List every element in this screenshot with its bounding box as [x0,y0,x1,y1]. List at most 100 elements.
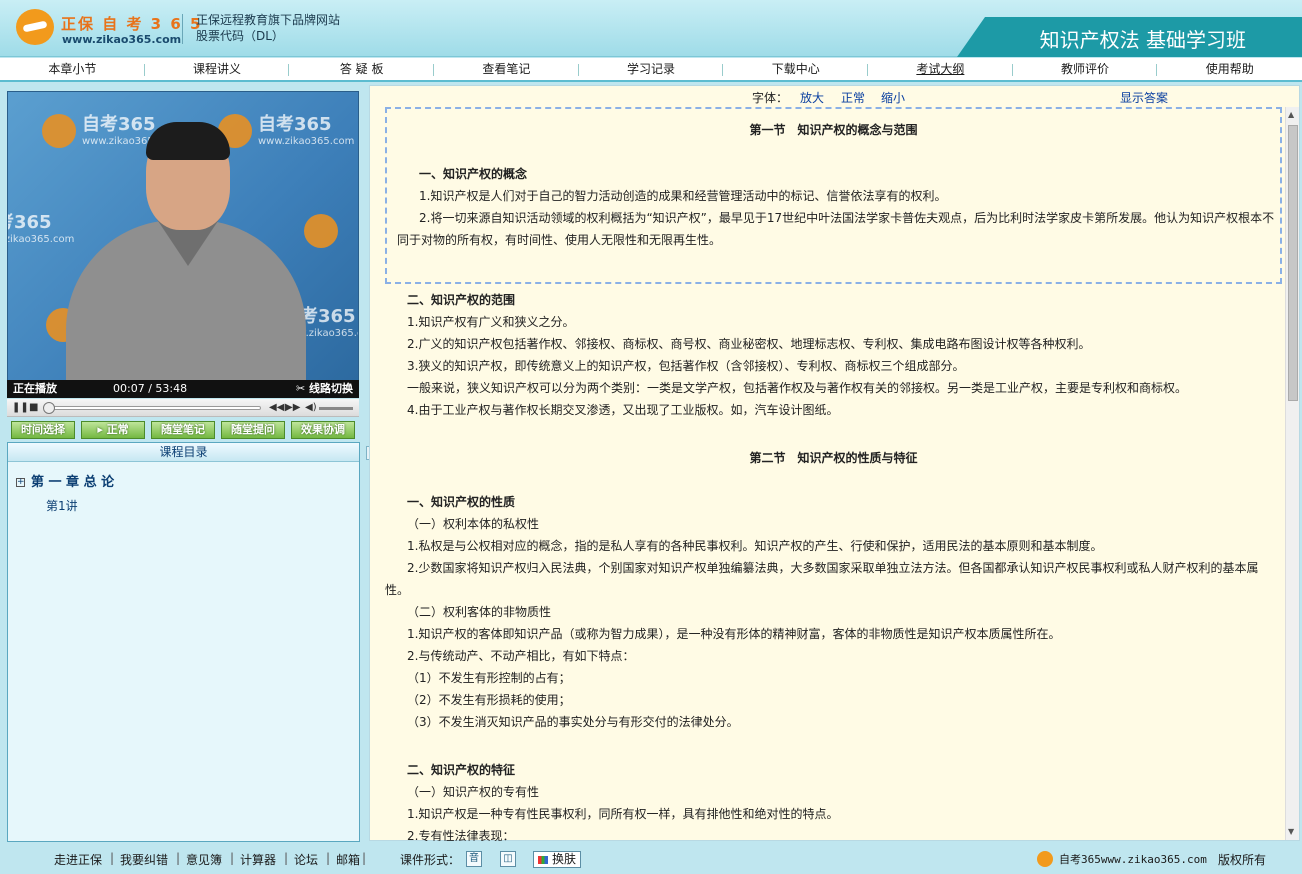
nav-help[interactable]: 使用帮助 [1157,58,1302,80]
catalog-lesson-item[interactable]: 第1讲 [46,497,78,514]
font-shrink-link[interactable]: 缩小 [881,89,905,106]
course-catalog: 课程目录 + 第 一 章 总 论 第1讲 [7,442,360,842]
subsection-heading: 二、知识产权的特征 [407,763,516,777]
font-normal-link[interactable]: 正常 [841,89,865,106]
change-skin-button[interactable]: 换肤 [533,851,582,868]
footer-separator: | [176,851,181,865]
scroll-up-icon[interactable]: ▲ [1288,110,1294,120]
nav-view-notes[interactable]: 查看笔记 [434,58,579,80]
content-panel: 字体： 放大 正常 缩小 显示答案 第一节 知识产权的概念与范围 一、知识产权的… [369,85,1300,841]
footer-site-url: 自考365www.zikao365.com [1059,853,1207,866]
footer-link-feedback[interactable]: 意见簿 [186,851,222,868]
change-skin-label: 换肤 [552,852,577,866]
nav-chapter-summary[interactable]: 本章小节 [0,58,145,80]
paragraph: 一般来说，狭义知识产权可以分为两个类别：一类是文学产权，包括著作权及与著作权有关… [407,381,1188,395]
progress-knob[interactable] [43,402,55,414]
show-answer-link[interactable]: 显示答案 [1120,89,1168,106]
scrollbar-thumb[interactable] [1288,125,1298,401]
paragraph: 2.少数国家将知识产权归入民法典，个别国家对知识产权单独编纂法典，大多数国家采取… [385,561,1259,597]
rewind-icon[interactable]: ◀◀ [269,401,284,415]
expand-icon[interactable]: + [16,478,25,487]
footer-separator: | [362,851,367,865]
nav-qa-board[interactable]: 答 疑 板 [289,58,434,80]
video-player[interactable]: 自考365 www.zikao365.com 自考365 www.zikao365.… [7,91,359,381]
paragraph: 2.将一切来源自知识活动领域的权利概括为“知识产权”，最早见于17世纪中叶法国法… [397,211,1275,247]
watermark-logo-icon [42,114,76,148]
footer-separator: | [284,851,289,865]
audio-mode-button[interactable]: 音 [466,851,482,867]
class-notes-button[interactable]: 随堂笔记 [151,421,215,439]
footer-link-mail[interactable]: 邮箱 [336,851,360,868]
paragraph: 2.专有性法律表现： [407,829,515,841]
line-switch-button[interactable]: ✂ 线路切换 [296,380,353,398]
content-scrollbar[interactable]: ▲ ▼ [1285,107,1299,840]
tagline-line-2: 股票代码（DL） [196,29,284,43]
paragraph: （3）不发生消灭知识产品的事实处分与有形交付的法律处分。 [407,715,739,729]
footer-separator: | [110,851,115,865]
footer-copyright: 版权所有 [1218,853,1267,867]
presenter-hair [146,122,230,160]
footer-logo-icon [1037,851,1053,867]
palette-icon [538,856,548,864]
tagline-line-1: 正保远程教育旗下品牌网站 [196,13,341,27]
footer-link-forum[interactable]: 论坛 [294,851,318,868]
catalog-chapter-item[interactable]: + 第 一 章 总 论 [16,471,114,490]
logo-icon [16,9,54,45]
paragraph: 1.私权是与公权相对应的概念，指的是私人享有的各种民事权利。知识产权的产生、行使… [407,539,1103,553]
paragraph: （二）权利客体的非物质性 [407,605,552,619]
progress-bar[interactable] [47,406,261,410]
pause-icon[interactable]: ❚❚ [12,401,29,415]
paragraph: （1）不发生有形控制的占有； [407,671,571,685]
paragraph: 1.知识产权的客体即知识产品（或称为智力成果），是一种没有形体的精神财富，客体的… [407,627,1061,641]
paragraph: （一）知识产权的专有性 [407,785,540,799]
scroll-down-icon[interactable]: ▼ [1288,827,1294,837]
catalog-title: 课程目录 [8,443,359,462]
tagline: 正保远程教育旗下品牌网站 股票代码（DL） [196,12,340,44]
nav-download-center[interactable]: 下载中心 [723,58,868,80]
footer-link-report-error[interactable]: 我要纠错 [120,851,168,868]
paragraph: 4.由于工业产权与著作权长期交叉渗透，又出现了工业版权。如，汽车设计图纸。 [407,403,839,417]
nav-exam-syllabus[interactable]: 考试大纲 [868,58,1013,80]
normal-speed-button[interactable]: ▸ 正常 [81,421,145,439]
video-button-row: 时间选择 ▸ 正常 随堂笔记 随堂提问 效果协调 [7,421,359,441]
playback-time: 00:07 / 53:48 [113,382,188,395]
nav-study-record[interactable]: 学习记录 [579,58,724,80]
paragraph: （2）不发生有形损耗的使用； [407,693,571,707]
paragraph: 3.狭义的知识产权，即传统意义上的知识产权，包括著作权（含邻接权）、专利权、商标… [407,359,965,373]
watermark: 自考365www.zikao365.com [258,114,355,147]
playback-status: 正在播放 [13,382,57,395]
font-size-label: 字体： [752,91,789,105]
video-controls: ❚❚ ■ ◀◀ ▶▶ ◀) [7,399,359,417]
font-toolbar: 字体： 放大 正常 缩小 显示答案 [370,86,1286,105]
lecture-content: 第一节 知识产权的概念与范围 一、知识产权的概念 1.知识产权是人们对于自己的智… [385,107,1282,841]
paragraph: 1.知识产权是人们对于自己的智力活动创造的成果和经营管理活动中的标记、信誉依法享… [419,189,947,203]
stop-icon[interactable]: ■ [29,401,38,415]
font-enlarge-link[interactable]: 放大 [800,89,824,106]
chapter-label: 第 一 章 总 论 [31,475,115,490]
nav-teacher-review[interactable]: 教师评价 [1013,58,1158,80]
forward-icon[interactable]: ▶▶ [285,401,300,415]
effect-adjust-button[interactable]: 效果协调 [291,421,355,439]
section-title: 第一节 知识产权的概念与范围 [749,123,918,137]
subsection-heading: 二、知识产权的范围 [407,293,516,307]
footer-link-about[interactable]: 走进正保 [54,851,102,868]
time-select-button[interactable]: 时间选择 [11,421,75,439]
paragraph: 1.知识产权是一种专有性民事权利，同所有权一样，具有排他性和绝对性的特点。 [407,807,839,821]
header-divider [182,14,183,44]
watermark-logo-icon [304,214,338,248]
site-logo[interactable]: 正保 自 考 3 6 5 www.zikao365.com [16,9,200,49]
header: 正保 自 考 3 6 5 www.zikao365.com 正保远程教育旗下品牌… [0,0,1302,57]
logo-url: www.zikao365.com [62,33,182,46]
layout-mode-icon[interactable]: ◫ [500,851,516,867]
watermark: 自考365www.zikao365.com [8,212,75,245]
footer-separator: | [230,851,235,865]
volume-icon[interactable]: ◀) [305,401,317,415]
main-nav: 本章小节 课程讲义 答 疑 板 查看笔记 学习记录 下载中心 考试大纲 教师评价… [0,58,1302,82]
section-title: 第二节 知识产权的性质与特征 [749,451,918,465]
class-question-button[interactable]: 随堂提问 [221,421,285,439]
subsection-heading: 一、知识产权的性质 [407,495,516,509]
volume-slider[interactable] [319,407,353,410]
nav-course-notes[interactable]: 课程讲义 [145,58,290,80]
footer-link-calculator[interactable]: 计算器 [240,851,276,868]
footer: 走进正保 | 我要纠错 | 意见簿 | 计算器 | 论坛 | 邮箱 | 课件形式… [0,843,1302,874]
